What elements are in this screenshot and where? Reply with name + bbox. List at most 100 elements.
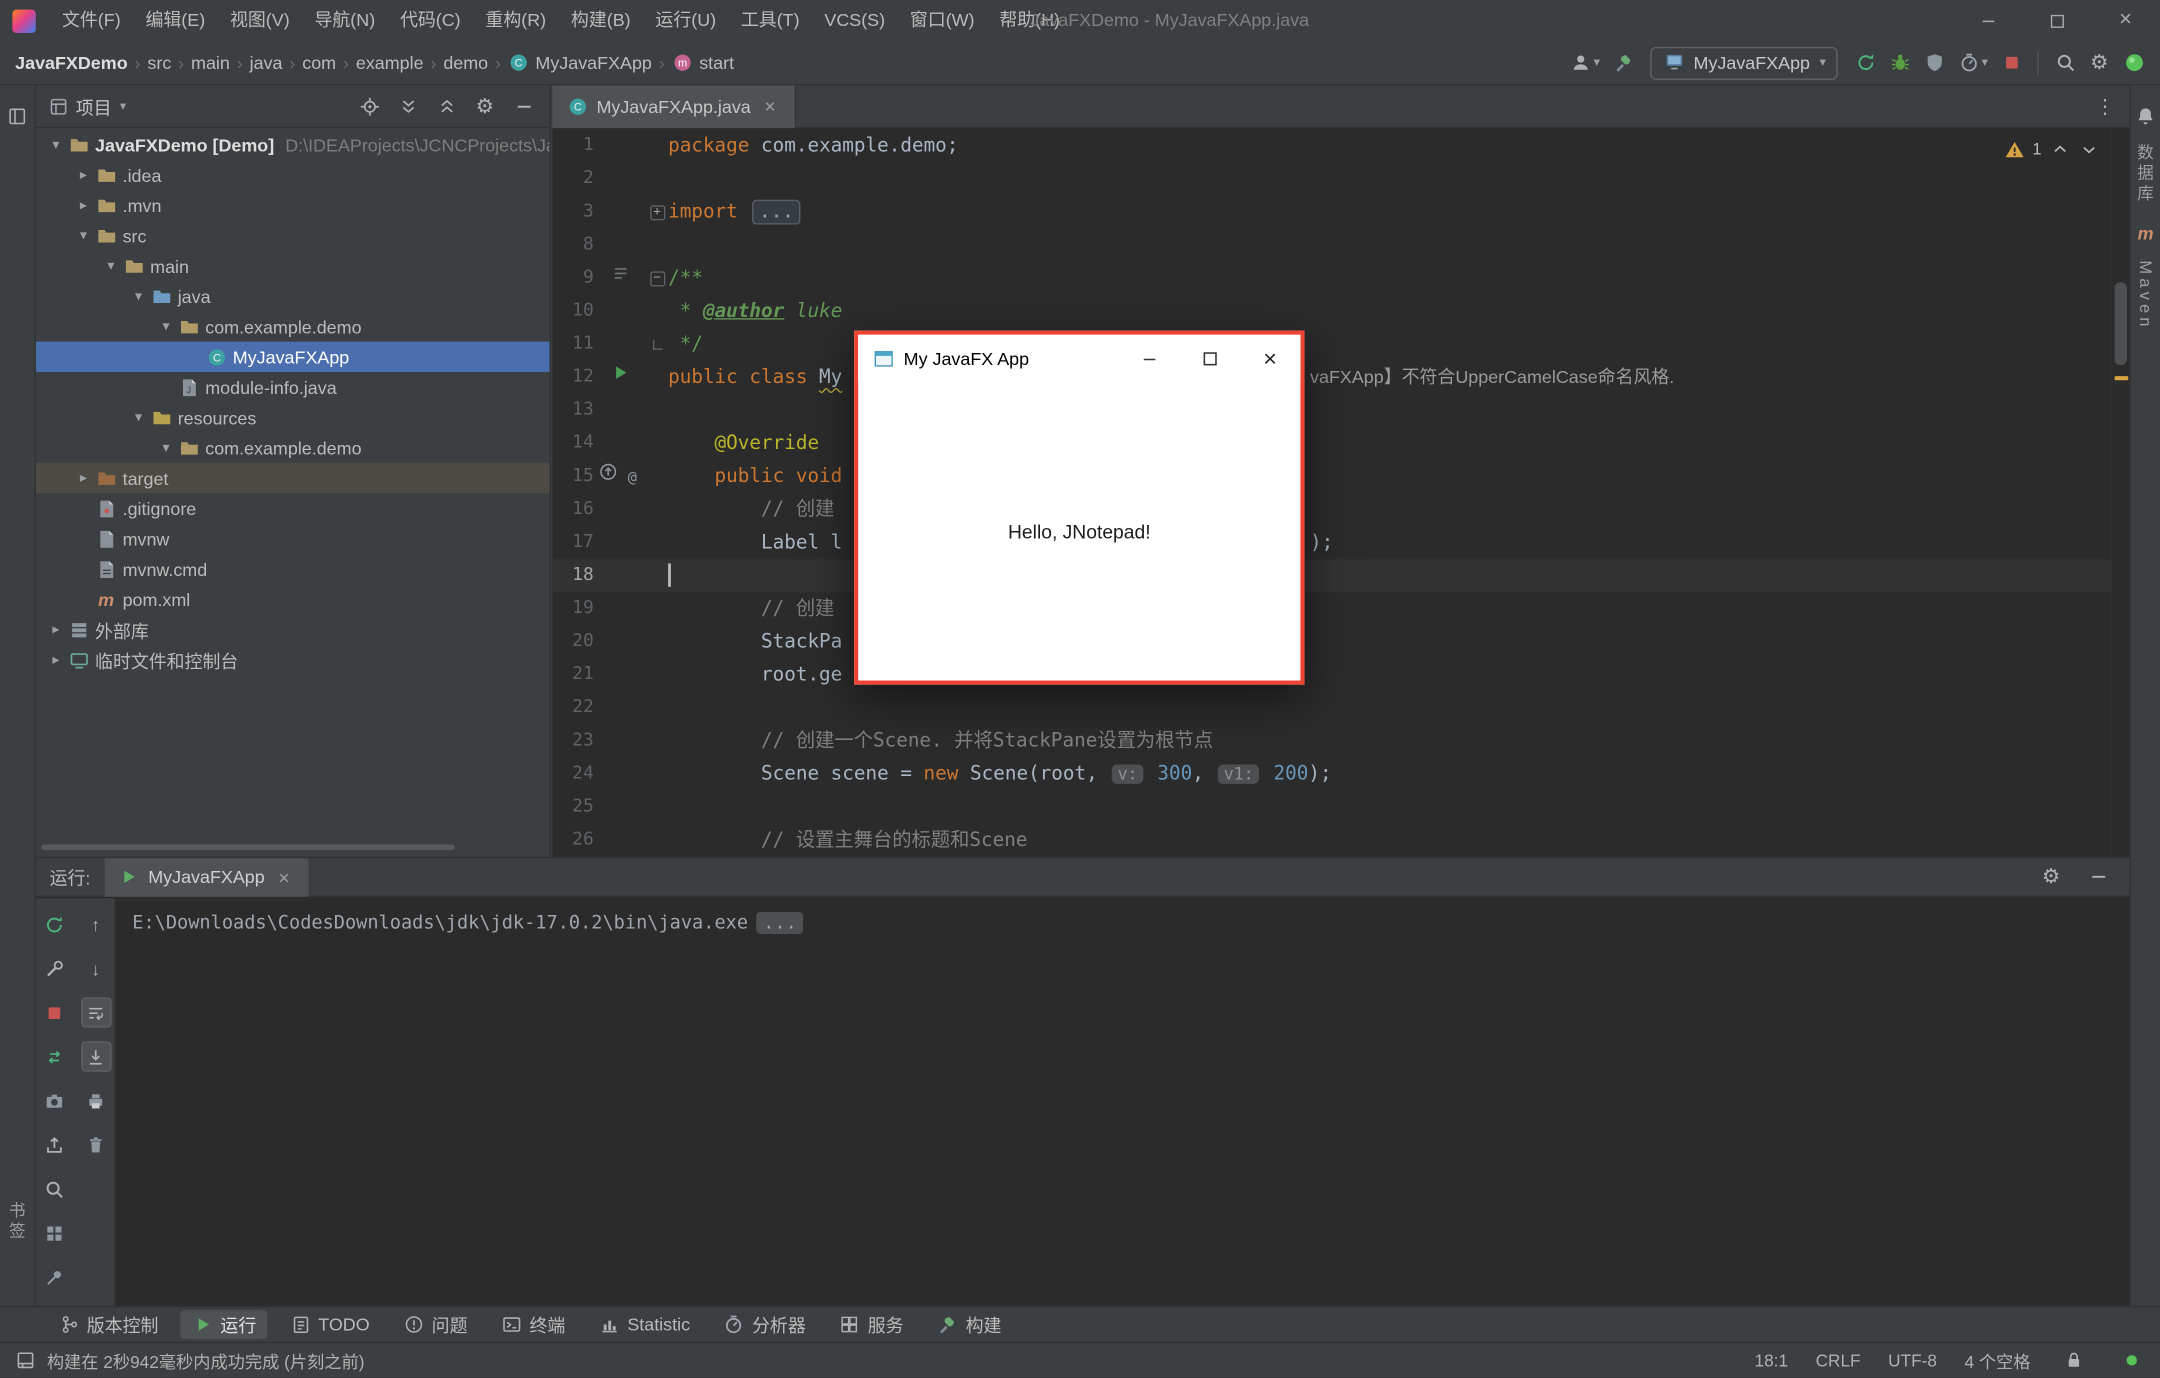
tree-item[interactable]: ▸.mvn <box>36 190 550 220</box>
dialog-close-button[interactable]: × <box>1240 335 1301 382</box>
prev-warning-icon[interactable] <box>2048 138 2070 160</box>
tree-item[interactable]: ▾com.example.demo <box>36 311 550 341</box>
menu-item[interactable]: VCS(S) <box>812 0 897 41</box>
bottom-tab[interactable]: 终端 <box>490 1310 577 1339</box>
coverage-shield-button[interactable] <box>1920 46 1950 79</box>
code-line[interactable]: 15@ public void <box>552 460 2110 493</box>
breadcrumb-item[interactable]: src <box>143 52 175 73</box>
tree-item[interactable]: mvnw.cmd <box>36 554 550 584</box>
status-widget[interactable]: 18:1 <box>1755 1351 1789 1370</box>
code-line[interactable]: 25 <box>552 791 2110 824</box>
chevron-down-icon[interactable]: ▾ <box>127 289 150 304</box>
tool-window-button[interactable] <box>2 99 32 132</box>
menu-item[interactable]: 导航(N) <box>302 0 387 41</box>
toggle-tool-windows-icon[interactable] <box>14 1349 36 1371</box>
next-warning-icon[interactable] <box>2077 138 2099 160</box>
bottom-tab[interactable]: 运行 <box>180 1310 267 1339</box>
tree-item[interactable]: mpom.xml <box>36 584 550 614</box>
hide-button[interactable] <box>508 90 538 123</box>
chevron-right-icon[interactable]: ▸ <box>72 198 95 213</box>
tool-stripe-label[interactable]: 数据库 <box>2134 143 2157 205</box>
breadcrumb-item[interactable]: demo <box>439 52 492 73</box>
rerun-button[interactable] <box>1851 46 1881 79</box>
tree-item[interactable]: ▸target <box>36 463 550 493</box>
menu-item[interactable]: 运行(U) <box>643 0 728 41</box>
tree-item[interactable]: ▸临时文件和控制台 <box>36 645 550 675</box>
debug-bug-button[interactable] <box>1885 46 1915 79</box>
dialog-minimize-button[interactable] <box>1119 335 1180 382</box>
tree-item[interactable]: ▾com.example.demo <box>36 433 550 463</box>
horizontal-scrollbar[interactable] <box>41 844 454 850</box>
green-ball-button[interactable] <box>2119 46 2149 79</box>
tree-item[interactable]: ▾java <box>36 281 550 311</box>
chevron-down-icon[interactable]: ▾ <box>154 440 177 455</box>
code-line[interactable]: 13 <box>552 394 2110 427</box>
menu-item[interactable]: 编辑(E) <box>133 0 218 41</box>
breadcrumb-item[interactable]: com <box>298 52 340 73</box>
breadcrumb-item[interactable]: main <box>187 52 234 73</box>
wrench-button[interactable] <box>39 953 69 983</box>
code-line[interactable]: 16 // 创建 <box>552 493 2110 526</box>
chevron-right-icon[interactable]: ▸ <box>72 167 95 182</box>
tree-item[interactable]: ▾resources <box>36 402 550 432</box>
status-widget[interactable]: 4 个空格 <box>1964 1347 2030 1373</box>
export-button[interactable] <box>39 1130 69 1160</box>
menu-item[interactable]: 视图(V) <box>218 0 303 41</box>
code-line[interactable]: 22 <box>552 692 2110 725</box>
code-line[interactable]: 24 Scene scene = new Scene(root, v: 300,… <box>552 758 2110 791</box>
collapse-all-button[interactable] <box>431 90 461 123</box>
pin-button[interactable] <box>39 1262 69 1292</box>
maximize-button[interactable] <box>2022 0 2091 41</box>
search-button[interactable] <box>2050 46 2080 79</box>
hide-button[interactable] <box>2083 860 2113 893</box>
code-line[interactable]: 21 root.ge <box>552 658 2110 691</box>
chevron-right-icon[interactable]: ▸ <box>44 652 67 667</box>
code-editor[interactable]: 1package com.example.demo;23+import ...8… <box>552 129 2110 856</box>
person-button[interactable]: ▾ <box>1566 46 1604 79</box>
bottom-tab[interactable]: 版本控制 <box>47 1310 170 1339</box>
status-widget[interactable]: UTF-8 <box>1888 1351 1937 1370</box>
bottom-tab[interactable]: Statistic <box>587 1310 701 1339</box>
warning-stripe-mark[interactable] <box>2115 376 2129 380</box>
chevron-down-icon[interactable]: ▾ <box>127 410 150 425</box>
tree-item[interactable]: CMyJavaFXApp <box>36 342 550 372</box>
layout-button[interactable] <box>39 1218 69 1248</box>
code-line[interactable]: 2 <box>552 163 2110 196</box>
lock-button[interactable] <box>2058 1344 2088 1377</box>
code-line[interactable]: 19 // 创建 <box>552 592 2110 625</box>
bottom-tab[interactable]: 服务 <box>828 1310 915 1339</box>
breadcrumb-item[interactable]: mstart <box>668 52 739 74</box>
scrollbar-thumb[interactable] <box>2115 282 2127 365</box>
code-line[interactable]: 9−/** <box>552 262 2110 295</box>
settings-gear-button[interactable]: ⚙ <box>2036 860 2066 893</box>
menu-item[interactable]: 窗口(W) <box>897 0 986 41</box>
bookmarks-stripe-button[interactable]: 书签 <box>6 1201 29 1242</box>
menu-item[interactable]: 构建(B) <box>559 0 644 41</box>
menu-item[interactable]: 工具(T) <box>728 0 811 41</box>
search-button[interactable] <box>39 1174 69 1204</box>
editor-tab[interactable]: C MyJavaFXApp.java × <box>552 85 796 128</box>
menu-item[interactable]: 代码(C) <box>388 0 473 41</box>
project-panel-title[interactable]: 项目 <box>76 93 112 119</box>
code-line[interactable]: 11 */ <box>552 328 2110 361</box>
tree-item[interactable]: .gitignore <box>36 493 550 523</box>
green-dot-button[interactable] <box>2116 1344 2146 1377</box>
wrap-button[interactable] <box>81 997 111 1027</box>
settings-gear-button[interactable]: ⚙ <box>470 90 500 123</box>
tree-item[interactable]: mvnw <box>36 523 550 553</box>
menu-item[interactable]: 重构(R) <box>473 0 558 41</box>
run-tab[interactable]: MyJavaFXApp × <box>104 858 309 897</box>
code-line[interactable]: 3+import ... <box>552 196 2110 229</box>
run-gutter-gutter[interactable] <box>609 361 631 394</box>
rerun-button[interactable] <box>39 909 69 939</box>
maven-m-button[interactable]: m <box>2130 216 2160 249</box>
stop-button[interactable] <box>39 997 69 1027</box>
code-line[interactable]: 26 // 设置主舞台的标题和Scene <box>552 824 2110 857</box>
chevron-down-icon[interactable]: ▾ <box>99 258 122 273</box>
inspection-widget[interactable]: 1 <box>2003 138 2099 160</box>
menu-item[interactable]: 文件(F) <box>50 0 133 41</box>
camera-button[interactable] <box>39 1086 69 1116</box>
breadcrumb-item[interactable]: CMyJavaFXApp <box>504 52 656 74</box>
trash-button[interactable] <box>81 1130 111 1160</box>
javafx-window-titlebar[interactable]: My JavaFX App × <box>858 335 1300 382</box>
